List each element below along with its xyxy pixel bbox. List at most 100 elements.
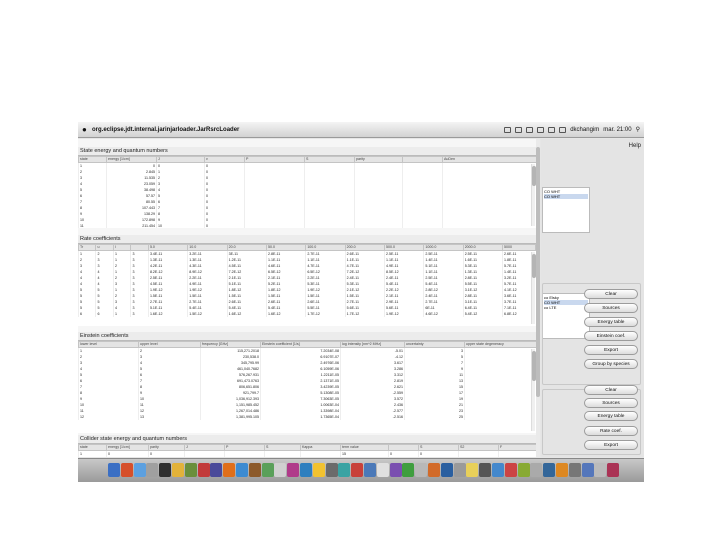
battery-icon[interactable] (559, 127, 567, 133)
rate-table-panel: Tr u l 5.0 10.0 20.0 50.0 100.0 200.0 500.0 1000.0… (78, 244, 536, 326)
right-panel: Help CO WHT CO WHT co Elsky CO WHT co LT… (541, 139, 644, 457)
dock-app-icon[interactable] (530, 463, 543, 477)
table-cell (304, 223, 355, 228)
group-by-species-button[interactable]: Group by species (584, 359, 638, 369)
dock-app-icon[interactable] (146, 463, 159, 477)
dock-app-icon[interactable] (223, 463, 236, 477)
dock-app-icon[interactable] (440, 463, 453, 477)
apple-icon[interactable]: ● (82, 122, 87, 138)
clear-button[interactable]: Clear (584, 289, 638, 299)
table-row[interactable]: 11 211.454 10 0 (78, 223, 536, 228)
table-cell: 1.7E-12 (344, 311, 385, 317)
state-table-scrollbar[interactable] (531, 164, 536, 226)
spotlight-icon[interactable]: ⚲ (636, 122, 640, 138)
clear-button-2[interactable]: Clear (584, 385, 638, 395)
dock-app-icon[interactable] (581, 463, 594, 477)
dock-app-icon[interactable] (466, 463, 479, 477)
user-name[interactable]: dkchangim (570, 122, 599, 138)
einstein-table: lower level upper level frequency [GHz] Ein… (78, 341, 536, 420)
dock-app-icon[interactable] (556, 463, 568, 477)
dock-app-icon[interactable] (607, 463, 620, 477)
table-cell: 1.7E-12 (305, 311, 346, 317)
export-button[interactable]: Export (584, 345, 638, 355)
table-cell: 6 (95, 311, 114, 317)
table-cell: 1.6E-12 (265, 311, 306, 317)
dock-app-icon[interactable] (300, 463, 312, 477)
main-panel: State energy and quantum numbers state en… (78, 139, 540, 457)
sources-button-2[interactable]: Sources (584, 398, 638, 408)
species-list-top[interactable]: CO WHT CO WHT (542, 187, 590, 233)
dock-app-icon[interactable] (108, 463, 120, 477)
bluetooth-icon[interactable] (526, 127, 534, 133)
dock-app-icon[interactable] (543, 463, 556, 477)
display-icon[interactable] (515, 127, 523, 133)
einstein-table-scrollbar[interactable] (531, 349, 536, 431)
list-item[interactable]: CO WHT (544, 194, 588, 199)
energy-table-button-2[interactable]: Energy table (584, 411, 638, 421)
help-menu[interactable]: Help (629, 143, 641, 149)
einstein-section-title: Einstein coefficients (78, 332, 539, 341)
dock-app-icon[interactable] (236, 463, 248, 477)
dock-app-icon[interactable] (428, 463, 440, 477)
table-cell (264, 450, 301, 457)
table-cell: 1 (78, 450, 107, 457)
dock-app-icon[interactable] (159, 463, 172, 477)
table-row[interactable]: 1 0 0 15 0 0 (78, 450, 536, 457)
dock-app-icon[interactable] (184, 463, 197, 477)
volume-icon[interactable] (548, 127, 556, 133)
table-cell: 10 (156, 223, 205, 228)
dock-app-icon[interactable] (568, 463, 581, 477)
einstein-coef-button[interactable]: Einstein coef. (584, 331, 638, 341)
dock-app-icon[interactable] (120, 463, 133, 477)
dock-app-icon[interactable] (453, 463, 466, 477)
export-button-2[interactable]: Export (584, 440, 638, 450)
dropbox-icon[interactable] (504, 127, 512, 133)
table-row[interactable]: 6 6 1 3 1.6E-12 1.5E-12 1.6E-12 1.6E-12 1.7E-12 1… (78, 311, 536, 317)
dock-app-icon[interactable] (492, 463, 504, 477)
dock-app-icon[interactable] (376, 463, 389, 477)
dock-app-icon[interactable] (312, 463, 325, 477)
dock-app-icon[interactable] (517, 463, 530, 477)
dock-app-icon[interactable] (133, 463, 146, 477)
collider-section-title: Collider state energy and quantum number… (78, 435, 539, 444)
energy-table-button[interactable]: Energy table (584, 317, 638, 327)
dock-app-icon[interactable] (415, 463, 428, 477)
table-cell: 0 (418, 450, 459, 457)
table-cell: 4.6E-12 (423, 311, 464, 317)
dock-app-icon[interactable] (248, 463, 261, 477)
sources-button[interactable]: Sources (584, 303, 638, 313)
dock-app-icon[interactable] (351, 463, 364, 477)
rate-table-scrollbar[interactable] (531, 252, 536, 324)
desktop-screen: ● org.eclipse.jdt.internal.jarinjarloade… (78, 122, 644, 482)
table-cell: 11 (78, 223, 107, 228)
dock-app-icon[interactable] (402, 463, 415, 477)
dock-app-icon[interactable] (274, 463, 287, 477)
rate-coef-button[interactable]: Rate coef. (584, 426, 638, 436)
dock-app-icon[interactable] (325, 463, 338, 477)
dock-app-icon[interactable] (504, 463, 517, 477)
table-cell: 1 (112, 311, 131, 317)
menu-bar: ● org.eclipse.jdt.internal.jarinjarloade… (78, 122, 644, 138)
table-cell (498, 450, 536, 457)
scroll-thumb[interactable] (536, 147, 540, 397)
dock-app-icon[interactable] (338, 463, 351, 477)
table-row[interactable]: 12 13 1,381,995.105 1.7365E-04 -2.516 25 (78, 414, 536, 420)
dock-app-icon[interactable] (594, 463, 607, 477)
dock-app-icon[interactable] (479, 463, 492, 477)
table-cell (300, 450, 341, 457)
dock-app-icon[interactable] (197, 463, 210, 477)
dock-app-icon[interactable] (389, 463, 402, 477)
main-scrollbar[interactable] (536, 139, 540, 457)
wifi-icon[interactable] (537, 127, 545, 133)
rate-table: Tr u l 5.0 10.0 20.0 50.0 100.0 200.0 500.0 1000.0… (78, 244, 536, 317)
table-cell (354, 223, 403, 228)
table-cell: 3 (130, 311, 149, 317)
dock-app-icon[interactable] (172, 463, 184, 477)
dock-app-icon[interactable] (261, 463, 274, 477)
table-cell: 15 (340, 450, 389, 457)
dock-app-icon[interactable] (287, 463, 300, 477)
table-cell (442, 223, 536, 228)
dock-app-icon[interactable] (364, 463, 376, 477)
table-cell: -2.516 (340, 414, 405, 420)
dock-app-icon[interactable] (210, 463, 223, 477)
